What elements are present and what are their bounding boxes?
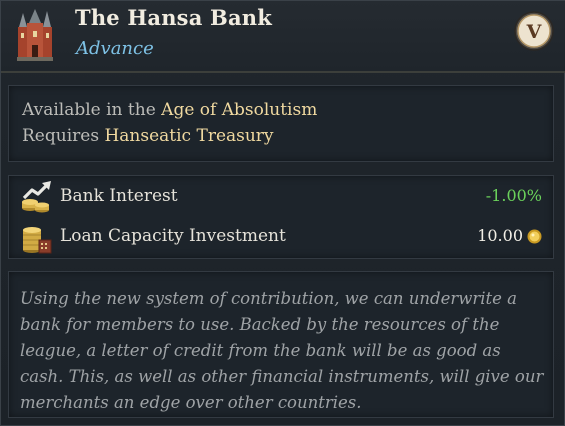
required-advance-name: Hanseatic Treasury <box>104 126 274 146</box>
availability-prefix: Available in the <box>22 100 156 120</box>
tooltip-header: The Hansa Bank Advance V <box>1 1 565 73</box>
age-name: Age of Absolutism <box>161 100 318 120</box>
advance-type-label: Advance <box>76 38 154 59</box>
age-badge-icon: V <box>514 11 554 51</box>
modifier-value: 10.00 <box>477 226 523 245</box>
modifier-row: Loan Capacity Investment 10.00 <box>9 216 553 256</box>
bank-interest-icon <box>22 181 51 213</box>
modifier-label: Bank Interest <box>60 186 178 206</box>
advance-title: The Hansa Bank <box>75 5 272 30</box>
gold-coin-icon <box>527 229 542 244</box>
loan-capacity-icon <box>23 227 52 254</box>
description-panel: Using the new system of contribution, we… <box>8 271 554 418</box>
modifier-row: Bank Interest -1.00% <box>9 176 553 216</box>
modifier-label: Loan Capacity Investment <box>60 226 286 246</box>
age-badge-numeral: V <box>526 21 543 43</box>
availability-line: Available in the Age of Absolutism <box>22 100 317 120</box>
requirement-line: Requires Hanseatic Treasury <box>22 126 274 146</box>
flavor-text: Using the new system of contribution, we… <box>20 289 544 412</box>
requirement-prefix: Requires <box>22 126 100 146</box>
requirements-panel: Available in the Age of Absolutism Requi… <box>8 85 554 162</box>
hanseatic-building-icon <box>17 9 53 61</box>
modifiers-panel: Bank Interest -1.00% Loan Capacity Inves… <box>8 175 554 259</box>
modifier-value: -1.00% <box>485 186 542 205</box>
advance-tooltip: The Hansa Bank Advance V Available in th… <box>0 0 565 426</box>
